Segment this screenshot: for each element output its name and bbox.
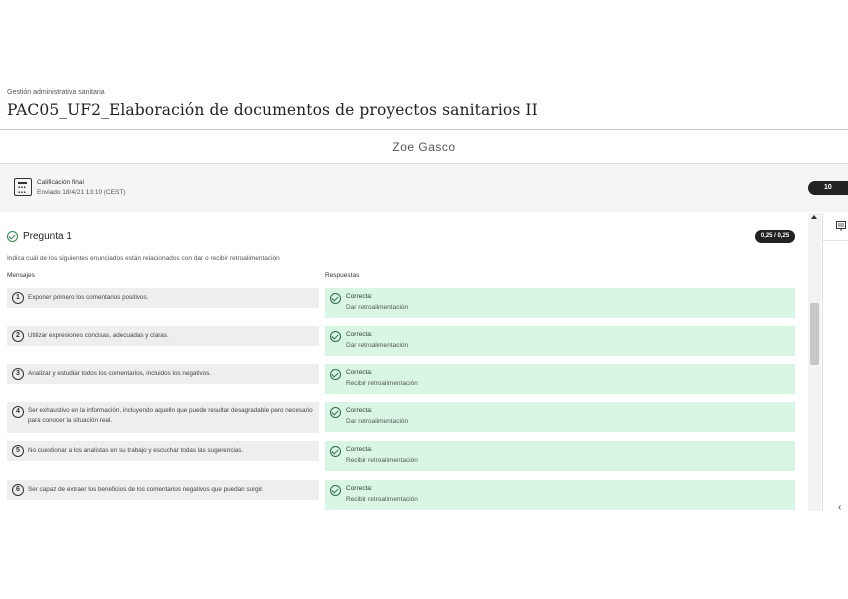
chevron-left-icon[interactable]: ‹	[838, 502, 841, 513]
answer-text: Dar retroalimentación	[346, 304, 409, 311]
answer-row: Correcta: Dar retroalimentación	[325, 288, 795, 318]
answer-status: Correcta:	[346, 293, 373, 300]
answer-row: Correcta: Recibir retroalimentación	[325, 441, 795, 471]
correct-check-icon	[330, 293, 341, 304]
question-title: Pregunta 1	[23, 231, 72, 242]
grade-posted-date: Enviado 18/4/21 13:10 (CEST)	[37, 189, 126, 196]
question-correct-icon	[7, 231, 18, 242]
scroll-up-arrow-icon[interactable]	[811, 215, 817, 219]
message-text: Analizar y estudiar todos los comentario…	[28, 370, 212, 377]
column-header-answers: Respuestas	[325, 272, 360, 279]
message-row: 4 Ser exhaustivo en la información, incl…	[7, 402, 319, 433]
divider	[0, 129, 848, 130]
message-text: Ser capaz de extraer los beneficios de l…	[28, 486, 264, 493]
rubric-icon[interactable]	[836, 221, 846, 231]
answer-status: Correcta:	[346, 446, 373, 453]
message-row: 2 Utilizar expresiones concisas, adecuad…	[7, 326, 319, 346]
column-header-messages: Mensajes	[7, 272, 35, 279]
side-panel	[822, 213, 848, 511]
grade-label: Calificación final	[37, 179, 84, 186]
row-number: 6	[12, 484, 24, 496]
correct-check-icon	[330, 369, 341, 380]
correct-check-icon	[330, 446, 341, 457]
answer-text: Dar retroalimentación	[346, 342, 409, 349]
answer-text: Recibir retroalimentación	[346, 457, 418, 464]
answer-status: Correcta:	[346, 407, 373, 414]
gradebook-icon: ▪▪▪ ▪▪▪	[14, 178, 32, 196]
answer-status: Correcta:	[346, 369, 373, 376]
answer-text: Recibir retroalimentación	[346, 380, 418, 387]
message-text: No cuestionar a los analistas en su trab…	[28, 447, 244, 454]
answer-status: Correcta:	[346, 485, 373, 492]
question-score-badge: 0,25 / 0,25	[755, 230, 795, 243]
row-number: 5	[12, 445, 24, 457]
message-text: Utilizar expresiones concisas, adecuadas…	[28, 332, 169, 339]
correct-check-icon	[330, 407, 341, 418]
answer-text: Dar retroalimentación	[346, 418, 409, 425]
answer-status: Correcta:	[346, 331, 373, 338]
message-row: 1 Exponer primero los comentarios positi…	[7, 288, 319, 308]
divider	[822, 240, 848, 241]
row-number: 3	[12, 368, 24, 380]
question-instruction: Indica cuál de los siguientes enunciados…	[7, 255, 280, 262]
page-title: PAC05_UF2_Elaboración de documentos de p…	[7, 101, 538, 119]
message-row: 3 Analizar y estudiar todos los comentar…	[7, 364, 319, 384]
message-row: 6 Ser capaz de extraer los beneficios de…	[7, 480, 319, 500]
answer-row: Correcta: Dar retroalimentación	[325, 402, 795, 432]
row-number: 1	[12, 292, 24, 304]
answer-text: Recibir retroalimentación	[346, 496, 418, 503]
scrollbar-thumb[interactable]	[810, 303, 819, 365]
answer-row: Correcta: Recibir retroalimentación	[325, 480, 795, 510]
row-number: 2	[12, 330, 24, 342]
answer-row: Correcta: Dar retroalimentación	[325, 326, 795, 356]
correct-check-icon	[330, 485, 341, 496]
student-name: Zoe Gasco	[392, 140, 456, 154]
grade-banner	[0, 164, 848, 212]
message-text: Exponer primero los comentarios positivo…	[28, 294, 149, 301]
row-number: 4	[12, 406, 24, 418]
message-row: 5 No cuestionar a los analistas en su tr…	[7, 441, 319, 461]
correct-check-icon	[330, 331, 341, 342]
breadcrumb[interactable]: Gestión administrativa sanitaria	[7, 89, 105, 96]
answer-row: Correcta: Recibir retroalimentación	[325, 364, 795, 394]
final-grade-badge[interactable]: 10	[808, 181, 848, 195]
message-text: Ser exhaustivo en la información, incluy…	[28, 407, 313, 424]
